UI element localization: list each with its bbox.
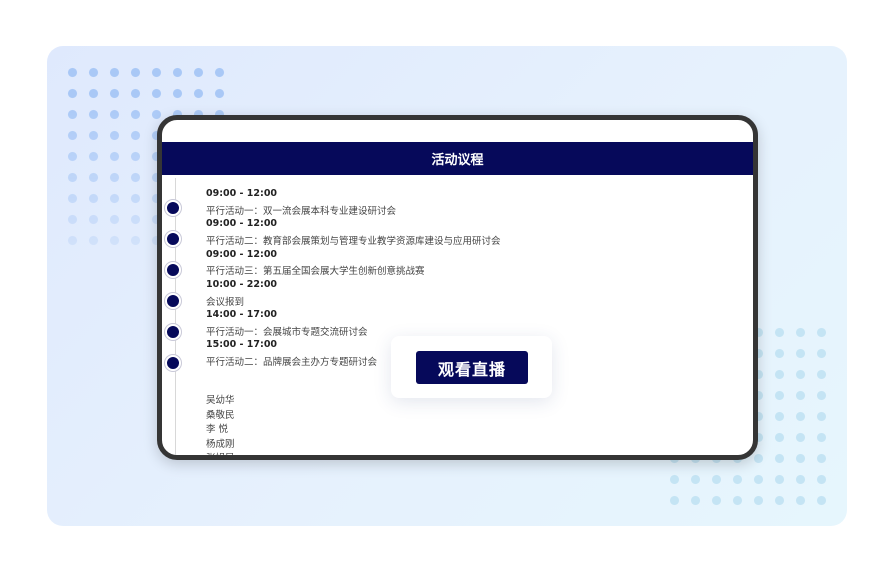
speaker-name: 桑敬民 (206, 409, 235, 421)
timeline-dot (165, 200, 181, 216)
timeline-dot (165, 293, 181, 309)
agenda-header: 活动议程 (162, 142, 753, 175)
watch-live-button[interactable]: 观看直播 (416, 351, 528, 384)
agenda-item-title[interactable]: 平行活动一：双一流会展本科专业建设研讨会 (206, 206, 501, 218)
agenda-time: 09:00 - 12:00 (206, 188, 278, 199)
timeline-line (175, 178, 176, 455)
agenda-time: 14:00 - 17:00 (206, 309, 278, 321)
speaker-name: 杨成刚 (206, 438, 235, 450)
speaker-name: 张娟凤 (206, 453, 235, 460)
speaker-name: 李 悦 (206, 424, 229, 435)
agenda-time: 10:00 - 22:00 (206, 278, 278, 290)
speaker-list: 吴幼华 桑敬民 李 悦 杨成刚 张娟凤 (206, 394, 235, 460)
agenda-item-title[interactable]: 平行活动三：第五届全国会展大学生创新创意挑战赛 (206, 266, 501, 278)
live-card: 观看直播 (391, 336, 552, 398)
device-frame: 活动议程 09:00 - 12:00 平行活动一：双一流会展本科专业建设研讨会 … (157, 115, 758, 460)
agenda-item-title[interactable]: 会议报到 (206, 297, 501, 309)
timeline-dot (165, 231, 181, 247)
speaker-name: 吴幼华 (206, 395, 235, 406)
timeline-dot (165, 355, 181, 371)
agenda-item-title[interactable]: 平行活动二：教育部会展策划与管理专业教学资源库建设与应用研讨会 (206, 236, 501, 248)
agenda-title: 活动议程 (431, 153, 484, 168)
agenda-time: 09:00 - 12:00 (206, 248, 278, 260)
timeline-dot (165, 324, 181, 340)
timeline-dot (165, 262, 181, 278)
agenda-time: 09:00 - 12:00 (206, 218, 278, 230)
